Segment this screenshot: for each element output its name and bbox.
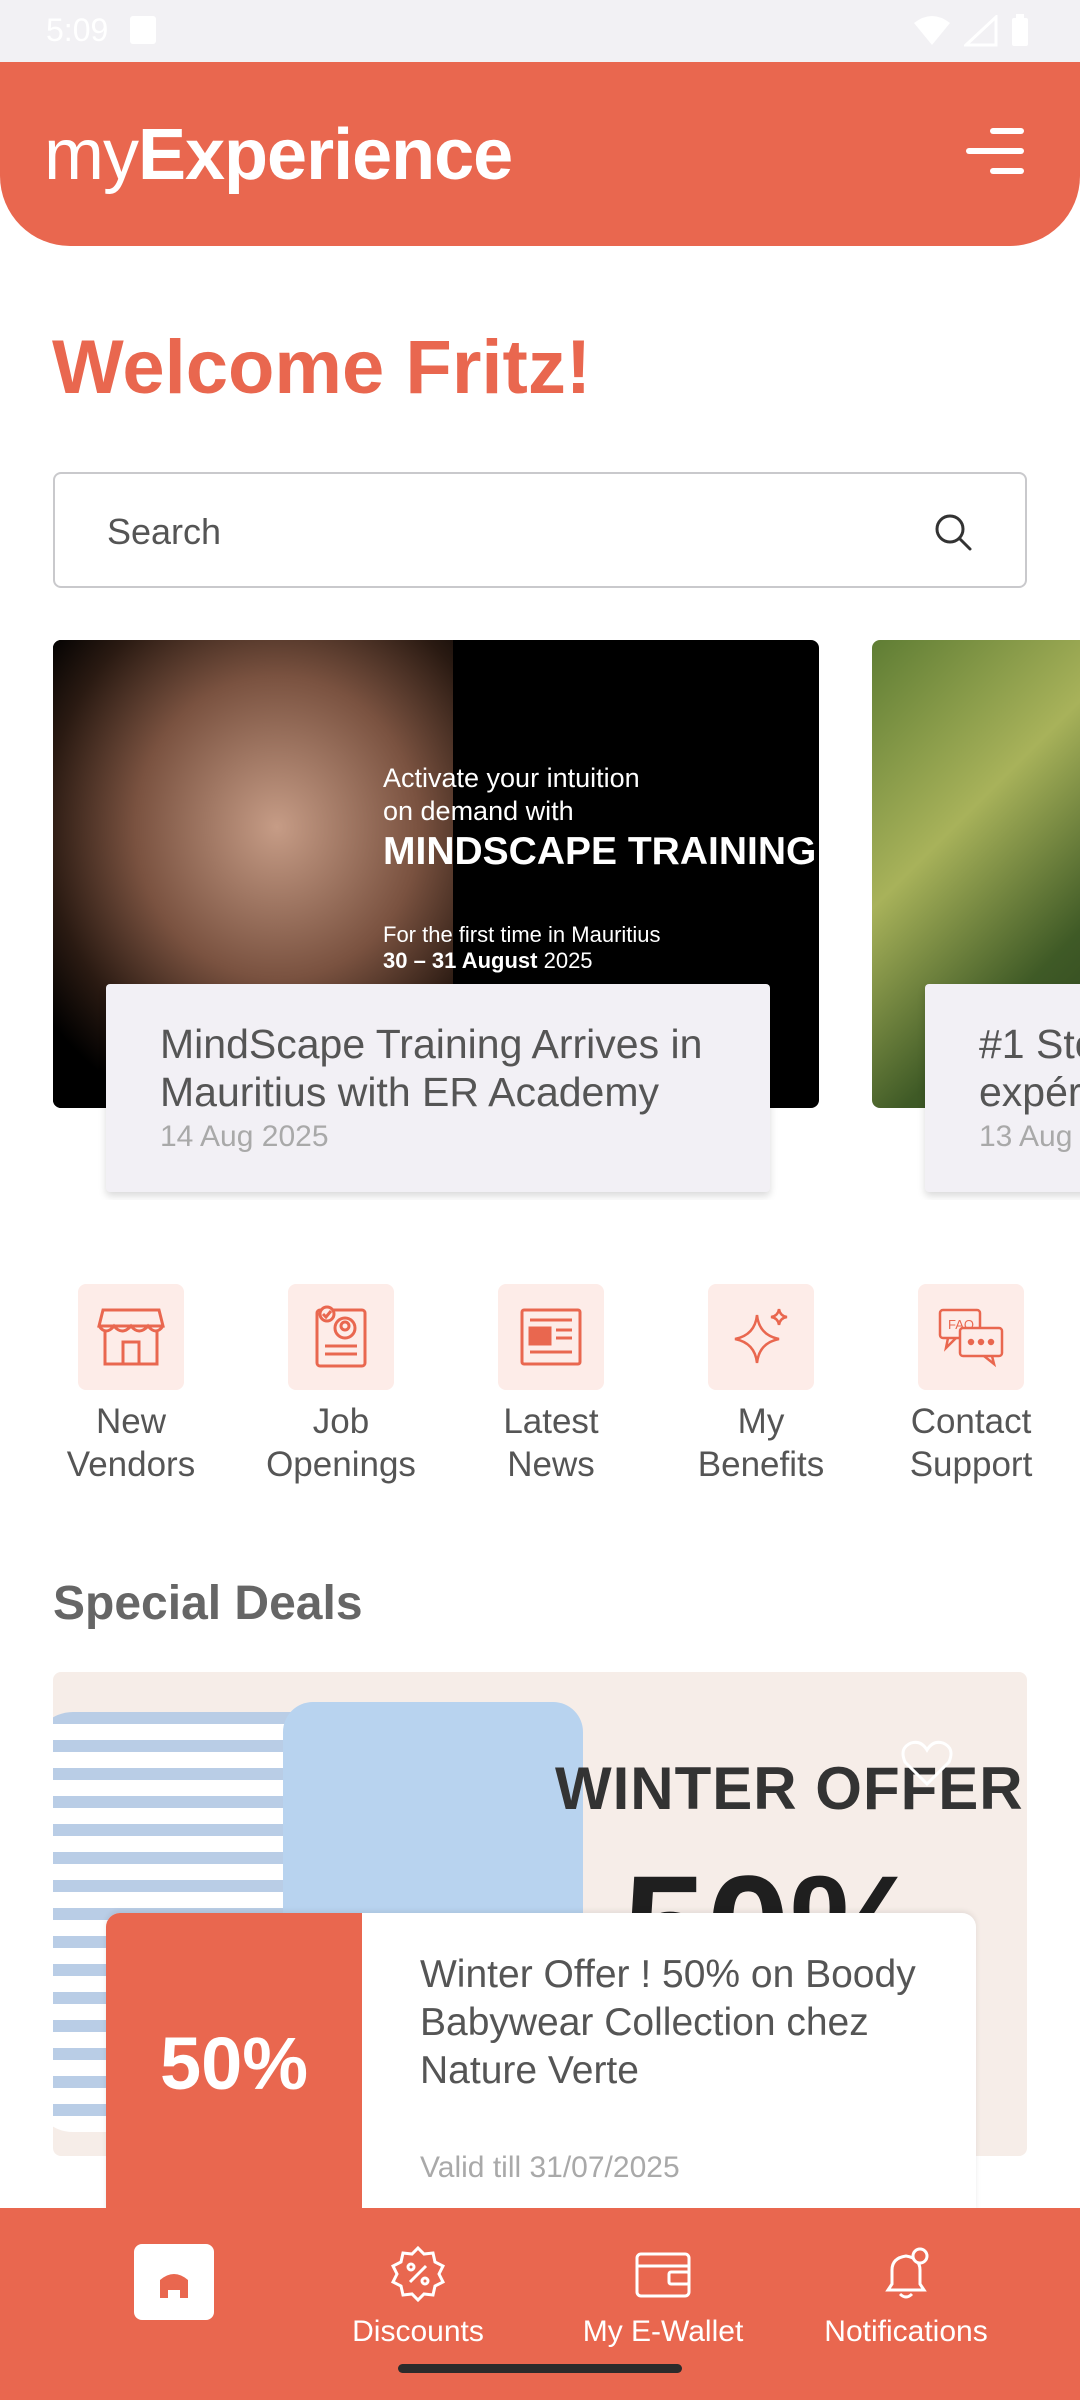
newspaper-icon — [520, 1308, 582, 1366]
quick-link-job-openings[interactable]: Job Openings — [236, 1284, 446, 1486]
battery-icon — [1012, 14, 1028, 46]
wifi-icon — [914, 16, 950, 45]
gesture-home-indicator[interactable] — [398, 2364, 682, 2373]
sparkle-icon — [734, 1308, 788, 1364]
search-bar[interactable] — [53, 472, 1027, 588]
special-deals-heading: Special Deals — [53, 1577, 363, 1630]
nav-notifications[interactable]: Notifications — [796, 2244, 1016, 2349]
brand-light: my — [44, 115, 139, 195]
deal-title: Winter Offer ! 50% on Boody Babywear Col… — [420, 1953, 916, 2092]
status-bar: 5:09 — [0, 0, 1080, 62]
app-header: myExperience — [0, 62, 1080, 246]
store-icon — [97, 1308, 165, 1366]
quick-link-latest-news[interactable]: Latest News — [446, 1284, 656, 1486]
status-time: 5:09 — [46, 12, 109, 48]
image-dates: 30 – 31 August 2025 — [383, 948, 593, 973]
nav-ewallet-label: My E-Wallet — [582, 2315, 744, 2348]
deal-card[interactable]: 50% Winter Offer ! 50% on Boody Babywear… — [106, 1913, 976, 2213]
discount-badge: 50% — [106, 1913, 362, 2213]
brand-bold: Experience — [137, 115, 513, 195]
app-logo: myExperience — [44, 114, 513, 196]
quick-link-my-benefits[interactable]: My Benefits — [656, 1284, 866, 1486]
search-input[interactable] — [107, 504, 907, 560]
wallet-icon — [635, 2252, 691, 2298]
news-carousel[interactable]: Activate your intuition on demand with M… — [0, 640, 1080, 1200]
news-card-date: 14 Aug 2025 — [160, 1120, 329, 1153]
hamburger-icon — [966, 128, 1024, 174]
notification-a-icon — [130, 16, 156, 44]
quick-links: New Vendors Job Openings Latest News My … — [0, 1284, 1080, 1504]
resume-icon — [315, 1305, 367, 1368]
image-subcaption: For the first time in Mauritius — [383, 922, 661, 947]
nav-home[interactable] — [134, 2244, 214, 2320]
nav-notifications-label: Notifications — [824, 2315, 988, 2348]
signal-icon — [964, 15, 998, 47]
news-card-info: #1 Sto expér 13 Aug — [925, 984, 1080, 1192]
home-icon — [160, 2274, 188, 2298]
news-card-title: #1 Sto expér — [979, 1021, 1080, 1115]
status-icons — [912, 14, 1030, 48]
news-card-date: 13 Aug — [979, 1120, 1073, 1153]
quick-link-new-vendors[interactable]: New Vendors — [26, 1284, 236, 1486]
nav-discounts-label: Discounts — [352, 2315, 484, 2348]
nav-ewallet[interactable]: My E-Wallet — [553, 2244, 773, 2349]
quick-link-contact-support[interactable]: FAQ Contact Support — [866, 1284, 1076, 1486]
nav-discounts[interactable]: Discounts — [308, 2244, 528, 2349]
percent-badge-icon — [390, 2245, 446, 2303]
faq-chat-icon: FAQ — [938, 1308, 1004, 1368]
deal-validity: Valid till 31/07/2025 — [420, 2151, 680, 2184]
news-card-title: MindScape Training Arrives in Mauritius … — [160, 1021, 703, 1115]
image-headline: MINDSCAPE TRAINING — [383, 830, 817, 873]
bell-icon — [885, 2247, 929, 2299]
search-icon[interactable] — [933, 512, 973, 552]
welcome-heading: Welcome Fritz! — [52, 325, 592, 410]
heart-icon[interactable] — [899, 1738, 955, 1788]
image-caption: Activate your intuition on demand with — [383, 763, 640, 826]
menu-button[interactable] — [960, 116, 1030, 186]
news-card-info: MindScape Training Arrives in Mauritius … — [106, 984, 770, 1192]
